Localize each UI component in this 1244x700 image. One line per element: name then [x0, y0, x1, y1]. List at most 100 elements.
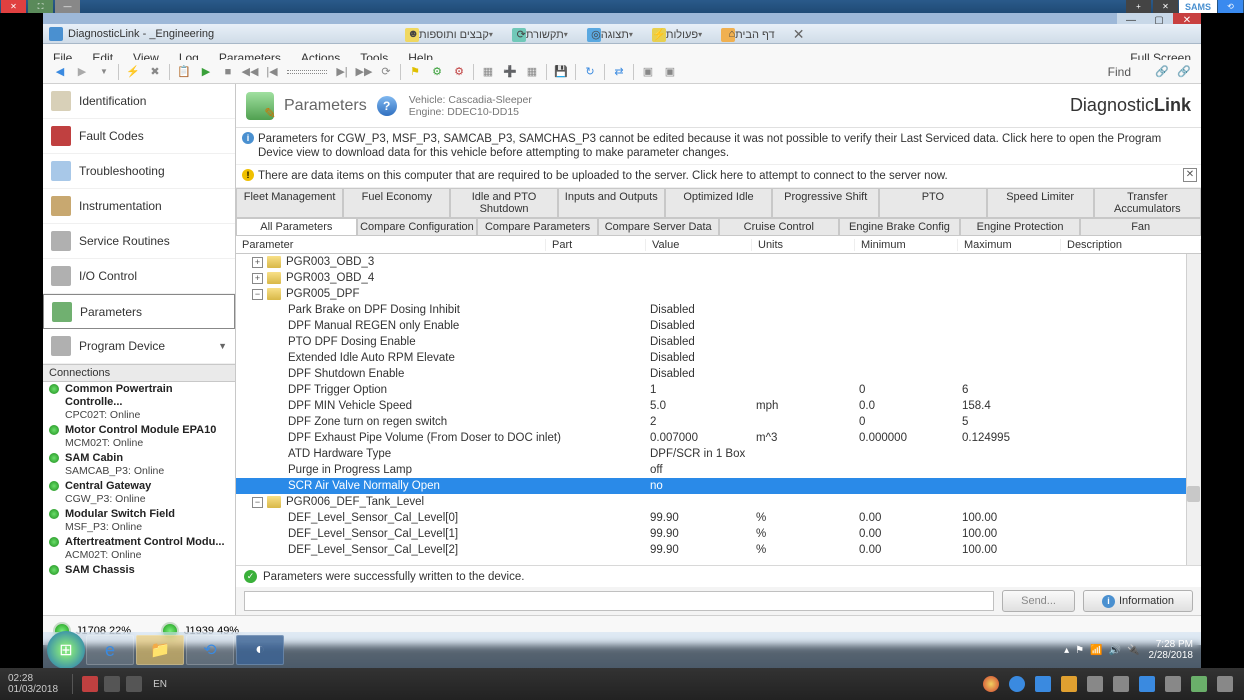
tab-compare-configuration[interactable]: Compare Configuration	[357, 218, 478, 235]
ribbon-tab[interactable]: ▾קבצים ותוספות☻	[395, 28, 502, 42]
tab-pto[interactable]: PTO	[879, 188, 986, 217]
col-parameter[interactable]: Parameter	[236, 239, 546, 251]
play-icon[interactable]: ▶	[197, 63, 215, 81]
nav-fwd-icon[interactable]: ▶	[73, 63, 91, 81]
tray-up-icon[interactable]: ▴	[1064, 645, 1069, 656]
remote-x-icon[interactable]: ✕	[1153, 0, 1178, 13]
tab-progressive-shift[interactable]: Progressive Shift	[772, 188, 879, 217]
table-row[interactable]: SCR Air Valve Normally Openno	[236, 478, 1201, 494]
timeline[interactable]	[287, 70, 327, 74]
tray-volume-icon[interactable]: 🔊	[1109, 645, 1121, 656]
scrollbar[interactable]	[1186, 254, 1201, 565]
grid-icon[interactable]: ▦	[479, 63, 497, 81]
tab-cruise-control[interactable]: Cruise Control	[719, 218, 840, 235]
chrome-icon[interactable]	[983, 676, 999, 692]
loop-icon[interactable]: ⟳	[377, 63, 395, 81]
remote-close-icon[interactable]: ✕	[1, 0, 26, 13]
tab-speed-limiter[interactable]: Speed Limiter	[987, 188, 1094, 217]
connection-item[interactable]: SAM CabinSAMCAB_P3: Online	[43, 451, 235, 479]
tray-network-icon[interactable]: 📶	[1090, 645, 1102, 656]
app-tray-icon[interactable]	[1191, 676, 1207, 692]
table-row[interactable]: DPF Exhaust Pipe Volume (From Doser to D…	[236, 430, 1201, 446]
ribbon-tab[interactable]: ▾תקשורת⟳	[502, 28, 577, 42]
tab-engine-brake-config[interactable]: Engine Brake Config	[839, 218, 960, 235]
sidebar-item-service-routines[interactable]: Service Routines	[43, 224, 235, 259]
connection-item[interactable]: Motor Control Module EPA10MCM02T: Online	[43, 423, 235, 451]
tray-power-icon[interactable]: 🔌	[1127, 645, 1139, 656]
tray-icon[interactable]	[104, 676, 120, 692]
col-minimum[interactable]: Minimum	[855, 239, 958, 251]
table-row[interactable]: DPF Shutdown EnableDisabled	[236, 366, 1201, 382]
help-icon[interactable]: ?	[377, 96, 397, 116]
expand-icon[interactable]: −	[252, 497, 263, 508]
save-icon[interactable]: 💾	[552, 63, 570, 81]
taskbar-app-icon[interactable]: ◐	[236, 635, 284, 665]
tool-icon[interactable]: ⚙	[428, 63, 446, 81]
chip2-icon[interactable]: ▣	[661, 63, 679, 81]
app-tray-icon[interactable]	[1139, 676, 1155, 692]
information-button[interactable]: iInformation	[1083, 590, 1193, 612]
chip-icon[interactable]: ▣	[639, 63, 657, 81]
tab-all-parameters[interactable]: All Parameters	[236, 218, 357, 235]
table-row[interactable]: PTO DPF Dosing EnableDisabled	[236, 334, 1201, 350]
tray-icon[interactable]	[126, 676, 142, 692]
remote-plus-icon[interactable]: +	[1126, 0, 1151, 13]
expand-icon[interactable]: +	[252, 273, 263, 284]
table-row[interactable]: DEF_Level_Sensor_Cal_Level[1]99.90%0.001…	[236, 526, 1201, 542]
table-row[interactable]: Purge in Progress Lampoff	[236, 462, 1201, 478]
nav-back-icon[interactable]: ◀	[51, 63, 69, 81]
flag-icon[interactable]: ⚑	[406, 63, 424, 81]
table-row[interactable]: DPF Manual REGEN only EnableDisabled	[236, 318, 1201, 334]
tab-compare-parameters[interactable]: Compare Parameters	[477, 218, 598, 235]
connection-item[interactable]: Aftertreatment Control Modu...ACM02T: On…	[43, 535, 235, 563]
ie-icon[interactable]	[1009, 676, 1025, 692]
ribbon-tab[interactable]: ▾פעולות⚡	[642, 28, 711, 42]
table-row[interactable]: DPF Trigger Option106	[236, 382, 1201, 398]
rewind-icon[interactable]: ◀◀	[241, 63, 259, 81]
connection-item[interactable]: SAM Chassis	[43, 563, 235, 578]
taskbar-explorer-icon[interactable]: 📁	[136, 635, 184, 665]
ribbon-tab[interactable]: דף הבית⌂	[711, 28, 780, 42]
col-part[interactable]: Part	[546, 239, 646, 251]
start-button[interactable]: ⊞	[47, 631, 85, 669]
ribbon-tab[interactable]: ▾תצוגה◎	[577, 28, 642, 42]
tab-inputs-and-outputs[interactable]: Inputs and Outputs	[558, 188, 665, 217]
dropdown-icon[interactable]: ▼	[95, 63, 113, 81]
table-row[interactable]: DEF_Level_Sensor_Cal_Level[0]99.90%0.001…	[236, 510, 1201, 526]
tv-icon[interactable]	[1035, 676, 1051, 692]
table-row[interactable]: DPF Zone turn on regen switch205	[236, 414, 1201, 430]
warning-message[interactable]: ! There are data items on this computer …	[236, 165, 1201, 188]
next-icon[interactable]: ▶|	[333, 63, 351, 81]
table-row[interactable]: ATD Hardware TypeDPF/SCR in 1 Box	[236, 446, 1201, 462]
tab-fuel-economy[interactable]: Fuel Economy	[343, 188, 450, 217]
send-button[interactable]: Send...	[1002, 590, 1075, 612]
message-close-button[interactable]: ✕	[1183, 168, 1197, 182]
folder-icon[interactable]	[1061, 676, 1077, 692]
app-tray-icon[interactable]	[1113, 676, 1129, 692]
table-row[interactable]: DPF MIN Vehicle Speed5.0mph0.0158.4	[236, 398, 1201, 414]
info-message[interactable]: i Parameters for CGW_P3, MSF_P3, SAMCAB_…	[236, 128, 1201, 165]
taskbar-clock[interactable]: 7:28 PM 2/28/2018	[1149, 639, 1194, 661]
tab-transfer-accumulators[interactable]: Transfer Accumulators	[1094, 188, 1201, 217]
tab-fan[interactable]: Fan	[1080, 218, 1201, 235]
sidebar-item-program-device[interactable]: Program Device▼	[43, 329, 235, 364]
message-input[interactable]	[244, 591, 994, 611]
sidebar-item-instrumentation[interactable]: Instrumentation	[43, 189, 235, 224]
app-tray-icon[interactable]	[1217, 676, 1233, 692]
link-icon[interactable]: 🔗	[1153, 63, 1171, 81]
stop-icon[interactable]: ■	[219, 63, 237, 81]
table-row[interactable]: DEF_Level_Sensor_Cal_Level[2]99.90%0.001…	[236, 542, 1201, 558]
col-maximum[interactable]: Maximum	[958, 239, 1061, 251]
table-row[interactable]: Park Brake on DPF Dosing InhibitDisabled	[236, 302, 1201, 318]
expand-icon[interactable]: −	[252, 289, 263, 300]
col-units[interactable]: Units	[752, 239, 855, 251]
taskbar-teamviewer-icon[interactable]: ⟲	[186, 635, 234, 665]
find-label[interactable]: Find	[1098, 65, 1141, 79]
connection-item[interactable]: Central GatewayCGW_P3: Online	[43, 479, 235, 507]
teamviewer-icon[interactable]: ⟲	[1218, 0, 1243, 13]
table-row[interactable]: Extended Idle Auto RPM ElevateDisabled	[236, 350, 1201, 366]
parameter-group[interactable]: −PGR005_DPF	[236, 286, 1201, 302]
disconnect-icon[interactable]: ✖	[146, 63, 164, 81]
connection-item[interactable]: Common Powertrain Controlle...CPC02T: On…	[43, 382, 235, 423]
ffwd-icon[interactable]: ▶▶	[355, 63, 373, 81]
